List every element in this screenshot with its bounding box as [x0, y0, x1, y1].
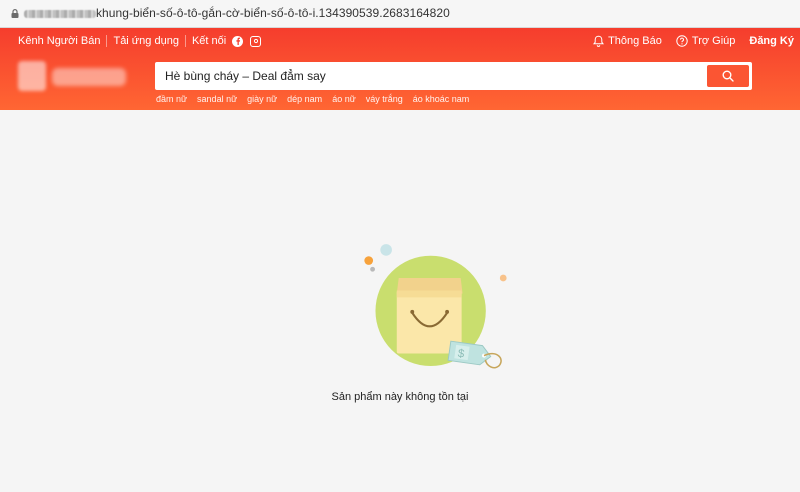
seller-center-link[interactable]: Kênh Người Bán — [18, 35, 100, 47]
header-left-nav: Kênh Người Bán Tải ứng dụng Kết nối — [18, 33, 262, 49]
search-bar — [155, 62, 752, 90]
suggestion-link[interactable]: váy trắng — [366, 94, 403, 104]
search-input[interactable] — [165, 62, 705, 90]
shopee-logo[interactable] — [18, 61, 130, 93]
help-label: Trợ Giúp — [691, 35, 736, 47]
help-link[interactable]: Trợ Giúp — [676, 35, 735, 47]
empty-bag-illustration: $ — [364, 244, 507, 369]
facebook-icon[interactable] — [232, 35, 244, 47]
suggestion-link[interactable]: áo nữ — [332, 94, 356, 104]
register-link[interactable]: Đăng Ký — [749, 35, 794, 47]
search-suggestions: đầm nữ sandal nữ giày nữ dép nam áo nữ v… — [156, 94, 479, 104]
search-icon — [722, 70, 734, 82]
logo-wordmark — [52, 68, 126, 86]
site-header: Kênh Người Bán Tải ứng dụng Kết nối Thôn… — [0, 28, 800, 110]
connect-label: Kết nối — [191, 35, 227, 47]
notifications-label: Thông Báo — [608, 35, 662, 47]
url-text[interactable]: khung-biển-số-ô-tô-gắn-cờ-biển-số-ô-tô-i… — [96, 6, 450, 20]
header-right-nav: Thông Báo Trợ Giúp Đăng Ký — [579, 33, 794, 49]
notifications-link[interactable]: Thông Báo — [593, 35, 662, 47]
bell-icon — [593, 35, 605, 47]
suggestion-link[interactable]: sandal nữ — [197, 94, 237, 104]
lock-icon — [11, 9, 19, 18]
suggestion-link[interactable]: áo khoác nam — [413, 94, 470, 104]
search-button[interactable] — [707, 65, 749, 87]
blurred-url-segment — [24, 10, 96, 18]
download-app-link[interactable]: Tải ứng dụng — [113, 35, 178, 47]
suggestion-link[interactable]: đầm nữ — [156, 94, 187, 104]
product-not-found-message: Sản phẩm này không tồn tại — [331, 391, 469, 403]
nav-divider — [184, 35, 186, 47]
browser-address-bar[interactable]: khung-biển-số-ô-tô-gắn-cờ-biển-số-ô-tô-i… — [0, 0, 800, 28]
logo-bag-mark — [18, 61, 46, 91]
suggestion-link[interactable]: dép nam — [287, 94, 322, 104]
nav-divider — [106, 35, 108, 47]
suggestion-link[interactable]: giày nữ — [247, 94, 277, 104]
instagram-icon[interactable] — [250, 35, 262, 47]
help-icon — [676, 35, 688, 47]
